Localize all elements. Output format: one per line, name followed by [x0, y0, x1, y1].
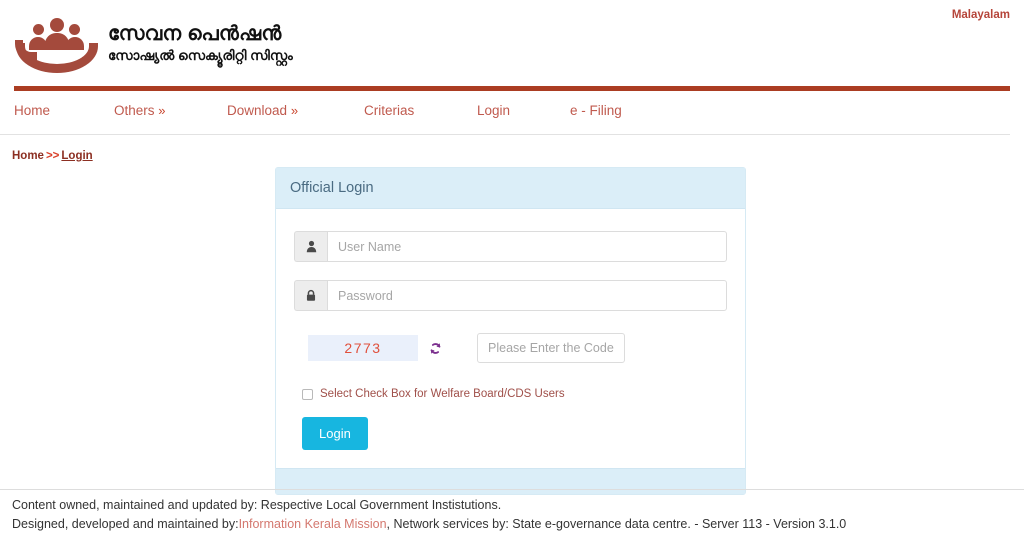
- hand-holding-people-icon: [14, 10, 100, 76]
- nav-label: Home: [14, 103, 51, 118]
- nav-label: Others: [114, 103, 155, 118]
- official-login-panel: Official Login User Name 2773 Please Ent…: [275, 167, 746, 495]
- site-footer: Content owned, maintained and updated by…: [12, 496, 846, 535]
- nav-label: Criterias: [364, 103, 415, 118]
- panel-footer: [276, 468, 745, 494]
- nav-item-home[interactable]: Home: [14, 103, 114, 118]
- password-input[interactable]: [327, 280, 727, 311]
- login-page: Malayalam സേവന പെൻഷൻ സോഷ്യൽ സെക്യൂരിറ്റി…: [0, 0, 1024, 557]
- chevron-double-right-icon: »: [290, 103, 299, 118]
- breadcrumb-current[interactable]: Login: [61, 150, 92, 162]
- captcha-row: 2773: [294, 333, 727, 363]
- site-header: സേവന പെൻഷൻ സോഷ്യൽ സെക്യൂരിറ്റി സിസ്റ്റം: [0, 0, 1024, 86]
- footer-line-2-suffix: , Network services by: State e-governanc…: [386, 517, 847, 532]
- login-button[interactable]: Login: [302, 417, 368, 450]
- footer-line-2-prefix: Designed, developed and maintained by:: [12, 517, 239, 532]
- welfare-board-checkbox[interactable]: [302, 388, 313, 400]
- main-navigation: Home Others » Download » Criterias Login e - …: [0, 103, 1010, 135]
- breadcrumb-separator: >>: [45, 150, 60, 162]
- nav-label: Download: [227, 103, 288, 118]
- nav-item-download[interactable]: Download »: [227, 103, 364, 118]
- footer-divider: [0, 489, 1024, 490]
- password-field-group: [294, 280, 727, 311]
- footer-line-2: Designed, developed and maintained by:In…: [12, 515, 846, 534]
- user-icon: [294, 231, 327, 262]
- username-input[interactable]: [327, 231, 727, 262]
- captcha-code: 2773: [308, 335, 418, 361]
- lock-icon: [294, 280, 327, 311]
- nav-label: Login: [477, 103, 511, 118]
- panel-heading: Official Login: [276, 168, 745, 209]
- site-title-block: സേവന പെൻഷൻ സോഷ്യൽ സെക്യൂരിറ്റി സിസ്റ്റം: [108, 23, 293, 64]
- login-form: 2773 Select Check Box for Welfare Board/…: [276, 209, 745, 468]
- breadcrumb: Home >> Login: [12, 150, 93, 162]
- chevron-double-right-icon: »: [158, 103, 166, 118]
- nav-item-others[interactable]: Others »: [114, 103, 227, 118]
- nav-item-criterias[interactable]: Criterias: [364, 103, 477, 118]
- welfare-board-checkbox-label[interactable]: Select Check Box for Welfare Board/CDS U…: [320, 388, 565, 400]
- site-title: സേവന പെൻഷൻ: [108, 22, 282, 45]
- refresh-icon[interactable]: [428, 341, 443, 356]
- nav-item-e-filing[interactable]: e - Filing: [570, 103, 622, 118]
- footer-line-1: Content owned, maintained and updated by…: [12, 498, 502, 512]
- username-field-group: [294, 231, 727, 262]
- information-kerala-mission-link[interactable]: Information Kerala Mission: [239, 517, 387, 531]
- breadcrumb-home[interactable]: Home: [12, 150, 44, 162]
- welfare-board-checkbox-row: Select Check Box for Welfare Board/CDS U…: [294, 388, 727, 400]
- nav-item-login[interactable]: Login: [477, 103, 570, 118]
- header-divider: [14, 86, 1010, 91]
- site-subtitle: സോഷ്യൽ സെക്യൂരിറ്റി സിസ്റ്റം: [108, 47, 293, 63]
- nav-label: e - Filing: [570, 103, 622, 118]
- captcha-input[interactable]: [477, 333, 625, 363]
